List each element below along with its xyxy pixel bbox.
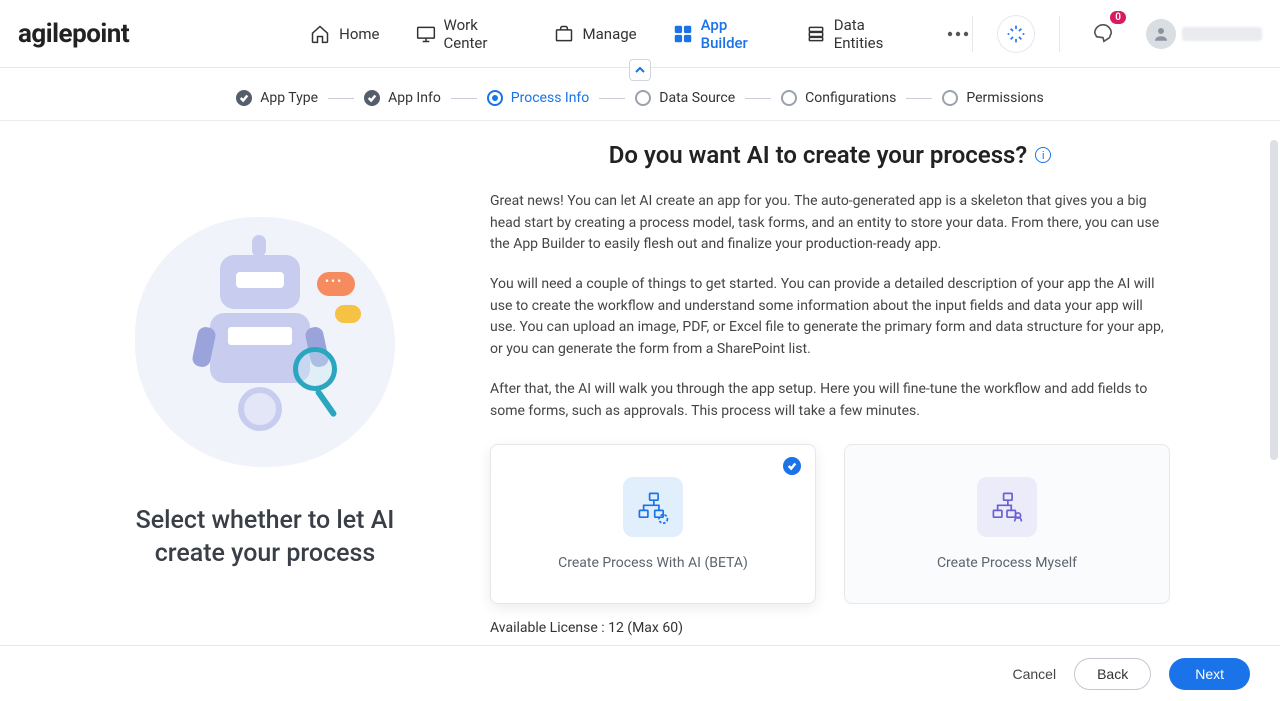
ai-process-icon [623,477,683,537]
step-label: Data Source [659,90,735,106]
info-icon[interactable]: i [1035,147,1051,163]
divider [1059,16,1060,52]
manual-process-icon [977,477,1037,537]
step-processinfo[interactable]: Process Info [487,90,590,106]
brand-text: agilepoint [18,19,129,49]
footer-actions: Cancel Back Next [0,645,1280,701]
nav-label: App Builder [701,16,770,52]
user-menu[interactable] [1146,19,1262,49]
right-panel: Do you want AI to create your process? i… [470,137,1220,639]
home-icon [309,23,331,45]
paragraph: Great news! You can let AI create an app… [490,191,1170,256]
brand-logo: agilepoint [18,19,129,49]
step-connector [599,98,625,99]
nav-label: Data Entities [834,16,909,52]
nav-label: Home [339,25,379,43]
step-label: App Info [388,90,441,106]
nav-label: Manage [583,25,637,43]
radio-empty-icon [781,90,797,106]
option-label: Create Process Myself [937,555,1077,571]
step-configurations[interactable]: Configurations [781,90,896,106]
scrollbar[interactable] [1270,140,1278,460]
top-nav: agilepoint Home Work Center Manage App B… [0,0,1280,68]
step-label: Configurations [805,90,896,106]
question-heading: Do you want AI to create your process? [609,141,1027,169]
option-create-myself[interactable]: Create Process Myself [844,444,1170,604]
divider [972,16,973,52]
radio-active-icon [487,90,503,106]
step-label: Permissions [966,90,1043,106]
nav-appbuilder[interactable]: App Builder [673,16,770,52]
speech-bubble-icon [335,305,361,323]
nav-home[interactable]: Home [309,23,379,45]
step-connector [328,98,354,99]
step-datasource[interactable]: Data Source [635,90,735,106]
paragraph: You will need a couple of things to get … [490,274,1170,361]
nav-items: Home Work Center Manage App Builder Data… [309,16,972,52]
check-circle-icon [364,90,380,106]
cancel-button[interactable]: Cancel [1012,666,1056,682]
database-icon [806,23,826,45]
launcher-icon[interactable] [997,15,1035,53]
notification-badge: 0 [1110,11,1126,24]
nav-manage[interactable]: Manage [553,23,637,45]
check-circle-icon [236,90,252,106]
option-label: Create Process With AI (BETA) [558,555,748,571]
nav-label: Work Center [444,16,517,52]
paragraph: After that, the AI will walk you through… [490,379,1170,422]
ai-robot-illustration [135,217,395,467]
description: Great news! You can let AI create an app… [490,191,1170,422]
left-heading: Select whether to let AI create your pro… [105,505,425,570]
main-content: Select whether to let AI create your pro… [0,121,1280,639]
radio-empty-icon [635,90,651,106]
notifications-button[interactable]: 0 [1084,15,1122,53]
collapse-toggle[interactable] [629,59,651,81]
left-panel: Select whether to let AI create your pro… [60,137,470,639]
header-right: 0 [972,15,1262,53]
step-label: Process Info [511,90,590,106]
apps-icon [673,23,693,45]
next-button[interactable]: Next [1169,658,1250,690]
magnifier-icon [293,347,337,391]
option-create-with-ai[interactable]: Create Process With AI (BETA) [490,444,816,604]
step-permissions[interactable]: Permissions [942,90,1043,106]
username [1182,27,1262,41]
nav-dataentities[interactable]: Data Entities [806,16,909,52]
avatar-icon [1146,19,1176,49]
option-cards: Create Process With AI (BETA) Create Pro… [490,444,1170,604]
selected-check-icon [783,457,801,475]
step-apptype[interactable]: App Type [236,90,318,106]
briefcase-icon [553,23,575,45]
step-appinfo[interactable]: App Info [364,90,441,106]
nav-workcenter[interactable]: Work Center [416,16,517,52]
step-connector [745,98,771,99]
radio-empty-icon [942,90,958,106]
step-connector [451,98,477,99]
monitor-icon [416,23,436,45]
more-menu[interactable] [945,19,972,49]
step-label: App Type [260,90,318,106]
back-button[interactable]: Back [1074,658,1151,690]
license-info: Available License : 12 (Max 60) [490,620,1170,636]
step-connector [906,98,932,99]
